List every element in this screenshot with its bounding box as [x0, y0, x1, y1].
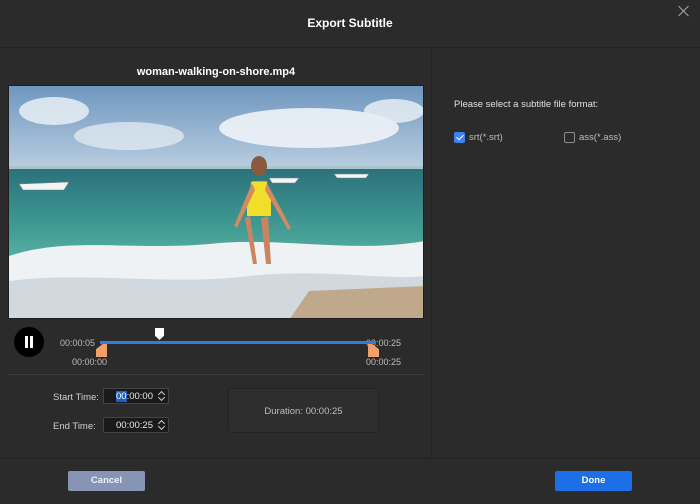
preview-panel: woman-walking-on-shore.mp4 00:00:05 00:0… [0, 48, 432, 458]
start-time-label: Start Time: [53, 392, 99, 403]
ass-option[interactable]: ass(*.ass) [564, 132, 621, 143]
video-preview[interactable] [8, 85, 424, 319]
chevron-down-icon[interactable] [158, 397, 166, 402]
start-time-rest: :00:00 [126, 391, 153, 402]
video-filename: woman-walking-on-shore.mp4 [136, 66, 296, 78]
chevron-down-icon[interactable] [158, 426, 166, 431]
playhead-marker[interactable] [155, 328, 164, 340]
pause-icon [25, 336, 28, 348]
srt-option[interactable]: srt(*.srt) [454, 132, 503, 143]
range-end-time: 00:00:25 [366, 357, 402, 367]
duration-text: Duration: 00:00:25 [264, 406, 343, 417]
trim-start-handle[interactable] [96, 344, 107, 357]
start-time-hour: 00 [116, 391, 127, 402]
dialog-footer: Cancel Done [0, 458, 700, 504]
video-frame-image [9, 86, 423, 318]
divider [8, 374, 424, 375]
stepper-arrows[interactable] [158, 419, 166, 431]
current-time: 00:00:05 [60, 338, 96, 348]
end-time-stepper[interactable]: 00:00:25 [103, 417, 169, 433]
title-bar: Export Subtitle [0, 0, 700, 48]
end-time-label: End Time: [53, 421, 96, 432]
start-time-stepper[interactable]: 00:00:00 [103, 388, 169, 404]
cancel-button[interactable]: Cancel [68, 471, 145, 491]
dialog-title: Export Subtitle [307, 16, 393, 30]
duration-display: Duration: 00:00:25 [228, 388, 379, 433]
stepper-arrows[interactable] [158, 390, 166, 402]
range-start-time: 00:00:00 [72, 357, 108, 367]
end-time-value: 00:00:25 [116, 420, 153, 431]
pause-button[interactable] [14, 327, 44, 357]
checkbox-checked-icon[interactable] [454, 132, 465, 143]
checkbox-unchecked-icon[interactable] [564, 132, 575, 143]
close-icon[interactable] [677, 4, 691, 18]
ass-option-label: ass(*.ass) [579, 132, 622, 143]
format-panel: Please select a subtitle file format: sr… [433, 48, 700, 458]
done-button[interactable]: Done [555, 471, 632, 491]
timeline-track[interactable] [100, 341, 376, 344]
srt-option-label: srt(*.srt) [469, 132, 503, 143]
format-prompt: Please select a subtitle file format: [454, 99, 599, 110]
